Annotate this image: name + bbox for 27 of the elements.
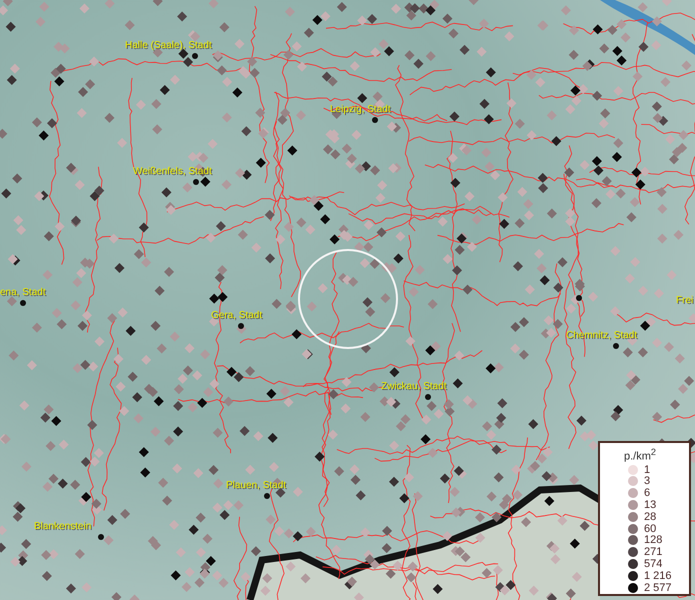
legend-value: 271: [644, 546, 662, 558]
city-dot-icon: [238, 323, 244, 329]
city-dot-icon: [613, 343, 619, 349]
legend-value: 128: [644, 534, 662, 546]
legend-value: 1 216: [644, 570, 672, 582]
place-label: Halle (Saale), Stadt: [125, 40, 212, 52]
legend-value: 28: [644, 510, 656, 523]
city-dot-icon: [98, 534, 104, 540]
legend-value: 60: [644, 522, 656, 535]
legend-title: p./km$^{2}$: [624, 446, 657, 464]
place-label: ena, Stadt: [0, 287, 46, 299]
legend-value: 1: [644, 464, 650, 476]
legend-value: 6: [644, 487, 650, 500]
city-dot-icon: [576, 295, 582, 301]
place-label: Blankenstein: [34, 521, 92, 533]
place-label: Plauen, Stadt: [226, 480, 286, 492]
legend-value: 13: [644, 498, 656, 511]
city-dot-icon: [372, 117, 378, 123]
place-label: Frei: [676, 295, 694, 307]
city-dot-icon: [264, 493, 270, 499]
city-dot-icon: [20, 300, 26, 306]
legend-value: 2 577: [644, 582, 672, 594]
city-dot-icon: [193, 179, 199, 185]
legend-value: 574: [644, 558, 662, 570]
city-dot-icon: [192, 53, 198, 59]
city-dot-icon: [425, 394, 431, 400]
legend-value: 3: [644, 475, 650, 488]
